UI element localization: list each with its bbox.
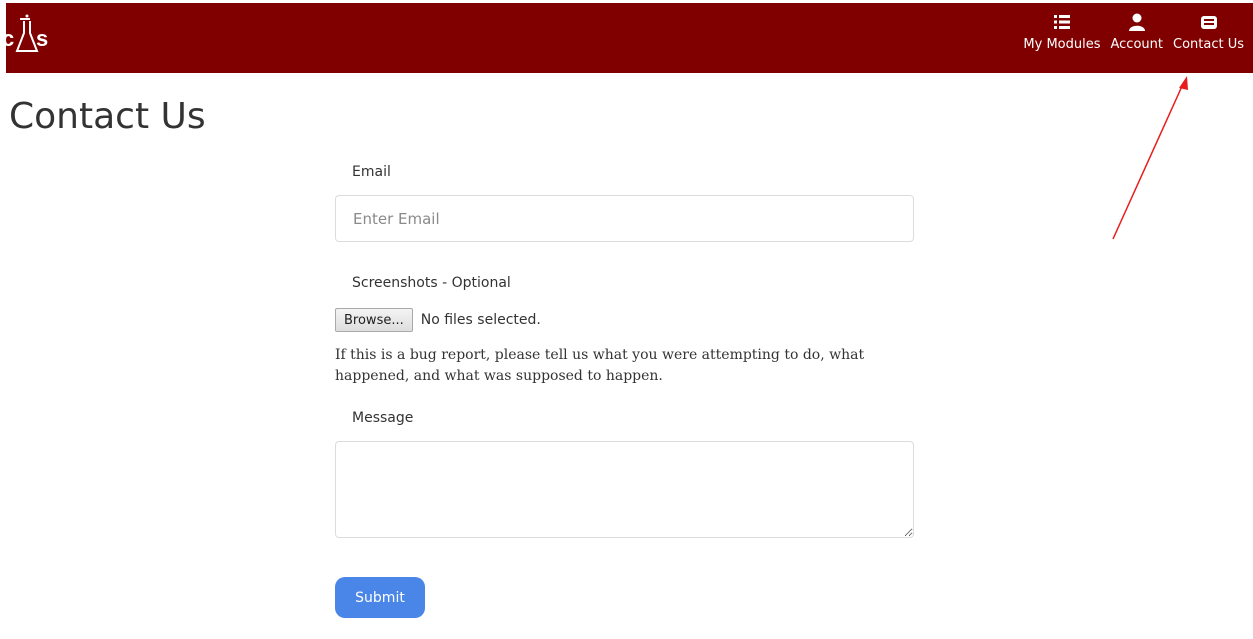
top-navbar: c s My Modules Account Contact Us (6, 3, 1253, 73)
nav-my-modules[interactable]: My Modules (1018, 13, 1105, 52)
email-input[interactable] (335, 195, 914, 242)
contact-form: Email Screenshots - Optional Browse... N… (335, 160, 915, 618)
file-status: No files selected. (420, 312, 541, 328)
list-icon (1053, 15, 1070, 29)
file-upload: Browse... No files selected. (335, 308, 915, 332)
screenshots-label: Screenshots - Optional (352, 275, 511, 291)
nav-account[interactable]: Account (1106, 13, 1169, 52)
message-textarea[interactable] (335, 441, 914, 538)
nav-contact-us-label: Contact Us (1173, 37, 1244, 52)
email-label: Email (352, 164, 391, 180)
browse-button[interactable]: Browse... (335, 308, 413, 332)
nav-my-modules-label: My Modules (1023, 37, 1101, 52)
user-icon (1128, 13, 1145, 31)
page-title: Contact Us (9, 96, 206, 137)
nav-menu: My Modules Account Contact Us (1018, 13, 1249, 52)
message-label: Message (352, 410, 414, 426)
site-logo[interactable]: c s (6, 13, 58, 63)
submit-button[interactable]: Submit (335, 577, 425, 618)
nav-contact-us[interactable]: Contact Us (1168, 13, 1249, 52)
svg-text:s: s (36, 26, 48, 51)
svg-text:c: c (6, 26, 14, 51)
bug-report-help-text: If this is a bug report, please tell us … (335, 347, 865, 384)
nav-account-label: Account (1110, 37, 1164, 52)
envelope-icon (1200, 16, 1217, 29)
